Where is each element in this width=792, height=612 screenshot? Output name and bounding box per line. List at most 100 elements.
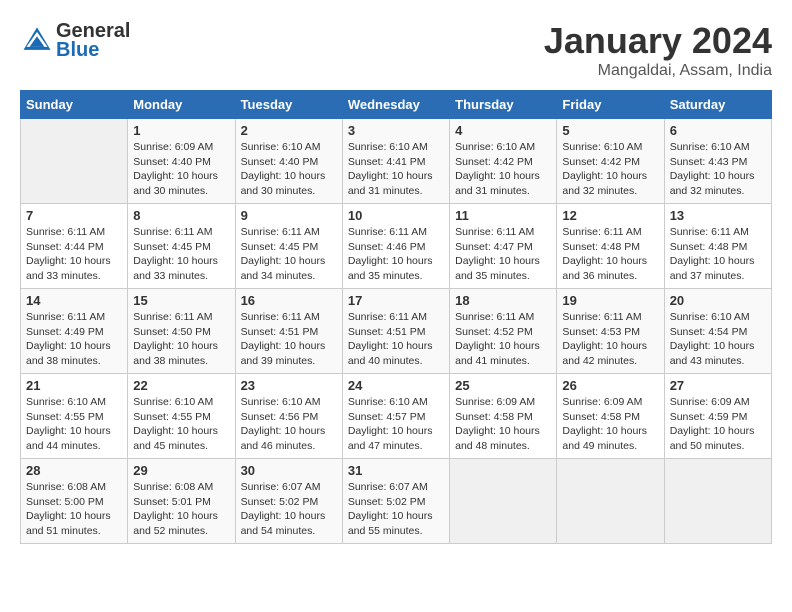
day-number: 31 — [348, 463, 444, 478]
day-number: 1 — [133, 123, 229, 138]
weekday-header-row: SundayMondayTuesdayWednesdayThursdayFrid… — [21, 91, 772, 119]
calendar-cell — [664, 459, 771, 544]
weekday-header: Friday — [557, 91, 664, 119]
day-number: 29 — [133, 463, 229, 478]
day-info: Sunrise: 6:08 AMSunset: 5:00 PMDaylight:… — [26, 480, 122, 539]
day-info: Sunrise: 6:08 AMSunset: 5:01 PMDaylight:… — [133, 480, 229, 539]
calendar-cell: 6 Sunrise: 6:10 AMSunset: 4:43 PMDaylight… — [664, 119, 771, 204]
day-info: Sunrise: 6:10 AMSunset: 4:41 PMDaylight:… — [348, 140, 444, 199]
day-number: 19 — [562, 293, 658, 308]
calendar-cell: 11 Sunrise: 6:11 AMSunset: 4:47 PMDayligh… — [450, 204, 557, 289]
calendar-week-row: 7 Sunrise: 6:11 AMSunset: 4:44 PMDaylight… — [21, 204, 772, 289]
calendar-cell: 19Sunrise: 6:11 AMSunset: 4:53 PMDayligh… — [557, 289, 664, 374]
calendar-cell: 9Sunrise: 6:11 AMSunset: 4:45 PMDaylight… — [235, 204, 342, 289]
calendar-cell: 14 Sunrise: 6:11 AMSunset: 4:49 PMDayligh… — [21, 289, 128, 374]
calendar-cell: 22Sunrise: 6:10 AMSunset: 4:55 PMDayligh… — [128, 374, 235, 459]
calendar-cell: 24 Sunrise: 6:10 AMSunset: 4:57 PMDayligh… — [342, 374, 449, 459]
day-info: Sunrise: 6:09 AMSunset: 4:58 PMDaylight:… — [562, 395, 658, 454]
day-number: 20 — [670, 293, 766, 308]
month-title: January 2024 — [544, 20, 772, 62]
weekday-header: Saturday — [664, 91, 771, 119]
day-info: Sunrise: 6:09 AMSunset: 4:58 PMDaylight:… — [455, 395, 551, 454]
weekday-header: Tuesday — [235, 91, 342, 119]
calendar-cell: 17 Sunrise: 6:11 AMSunset: 4:51 PMDayligh… — [342, 289, 449, 374]
day-number: 12 — [562, 208, 658, 223]
calendar-table: SundayMondayTuesdayWednesdayThursdayFrid… — [20, 90, 772, 544]
calendar-cell: 1Sunrise: 6:09 AMSunset: 4:40 PMDaylight… — [128, 119, 235, 204]
day-info: Sunrise: 6:10 AMSunset: 4:54 PMDaylight:… — [670, 310, 766, 369]
calendar-cell: 16 Sunrise: 6:11 AMSunset: 4:51 PMDayligh… — [235, 289, 342, 374]
calendar-cell — [557, 459, 664, 544]
calendar-cell: 31 Sunrise: 6:07 AMSunset: 5:02 PMDayligh… — [342, 459, 449, 544]
day-number: 23 — [241, 378, 337, 393]
day-info: Sunrise: 6:10 AMSunset: 4:57 PMDaylight:… — [348, 395, 444, 454]
day-info: Sunrise: 6:07 AMSunset: 5:02 PMDaylight:… — [348, 480, 444, 539]
day-info: Sunrise: 6:11 AMSunset: 4:46 PMDaylight:… — [348, 225, 444, 284]
day-info: Sunrise: 6:11 AMSunset: 4:47 PMDaylight:… — [455, 225, 551, 284]
calendar-cell: 10 Sunrise: 6:11 AMSunset: 4:46 PMDayligh… — [342, 204, 449, 289]
day-info: Sunrise: 6:11 AMSunset: 4:49 PMDaylight:… — [26, 310, 122, 369]
weekday-header: Monday — [128, 91, 235, 119]
day-number: 8 — [133, 208, 229, 223]
day-number: 25 — [455, 378, 551, 393]
calendar-week-row: 21 Sunrise: 6:10 AMSunset: 4:55 PMDayligh… — [21, 374, 772, 459]
weekday-header: Sunday — [21, 91, 128, 119]
day-info: Sunrise: 6:09 AMSunset: 4:59 PMDaylight:… — [670, 395, 766, 454]
day-info: Sunrise: 6:11 AMSunset: 4:51 PMDaylight:… — [348, 310, 444, 369]
day-info: Sunrise: 6:10 AMSunset: 4:43 PMDaylight:… — [670, 140, 766, 199]
day-number: 9 — [241, 208, 337, 223]
day-number: 10 — [348, 208, 444, 223]
day-number: 17 — [348, 293, 444, 308]
day-info: Sunrise: 6:11 AMSunset: 4:50 PMDaylight:… — [133, 310, 229, 369]
calendar-cell: 20 Sunrise: 6:10 AMSunset: 4:54 PMDayligh… — [664, 289, 771, 374]
day-number: 13 — [670, 208, 766, 223]
day-info: Sunrise: 6:11 AMSunset: 4:48 PMDaylight:… — [670, 225, 766, 284]
weekday-header: Wednesday — [342, 91, 449, 119]
day-info: Sunrise: 6:11 AMSunset: 4:51 PMDaylight:… — [241, 310, 337, 369]
day-info: Sunrise: 6:11 AMSunset: 4:44 PMDaylight:… — [26, 225, 122, 284]
day-info: Sunrise: 6:10 AMSunset: 4:42 PMDaylight:… — [562, 140, 658, 199]
calendar-cell: 30Sunrise: 6:07 AMSunset: 5:02 PMDayligh… — [235, 459, 342, 544]
calendar-cell: 4 Sunrise: 6:10 AMSunset: 4:42 PMDaylight… — [450, 119, 557, 204]
calendar-cell: 12Sunrise: 6:11 AMSunset: 4:48 PMDayligh… — [557, 204, 664, 289]
day-info: Sunrise: 6:10 AMSunset: 4:55 PMDaylight:… — [26, 395, 122, 454]
logo-icon — [22, 24, 52, 54]
day-number: 21 — [26, 378, 122, 393]
day-number: 5 — [562, 123, 658, 138]
page-header: General Blue January 2024 Mangaldai, Ass… — [20, 20, 772, 80]
calendar-week-row: 1Sunrise: 6:09 AMSunset: 4:40 PMDaylight… — [21, 119, 772, 204]
logo: General Blue — [20, 20, 130, 62]
day-number: 16 — [241, 293, 337, 308]
calendar-cell: 27 Sunrise: 6:09 AMSunset: 4:59 PMDayligh… — [664, 374, 771, 459]
calendar-cell: 2 Sunrise: 6:10 AMSunset: 4:40 PMDaylight… — [235, 119, 342, 204]
day-info: Sunrise: 6:10 AMSunset: 4:42 PMDaylight:… — [455, 140, 551, 199]
day-info: Sunrise: 6:11 AMSunset: 4:45 PMDaylight:… — [133, 225, 229, 284]
calendar-cell: 25 Sunrise: 6:09 AMSunset: 4:58 PMDayligh… — [450, 374, 557, 459]
day-number: 18 — [455, 293, 551, 308]
day-number: 11 — [455, 208, 551, 223]
calendar-week-row: 28 Sunrise: 6:08 AMSunset: 5:00 PMDayligh… — [21, 459, 772, 544]
day-number: 30 — [241, 463, 337, 478]
day-number: 27 — [670, 378, 766, 393]
day-info: Sunrise: 6:10 AMSunset: 4:40 PMDaylight:… — [241, 140, 337, 199]
day-info: Sunrise: 6:10 AMSunset: 4:56 PMDaylight:… — [241, 395, 337, 454]
day-number: 6 — [670, 123, 766, 138]
day-info: Sunrise: 6:11 AMSunset: 4:52 PMDaylight:… — [455, 310, 551, 369]
day-number: 24 — [348, 378, 444, 393]
day-number: 4 — [455, 123, 551, 138]
calendar-cell — [21, 119, 128, 204]
day-number: 14 — [26, 293, 122, 308]
location: Mangaldai, Assam, India — [544, 62, 772, 80]
day-number: 15 — [133, 293, 229, 308]
day-number: 26 — [562, 378, 658, 393]
calendar-cell: 23 Sunrise: 6:10 AMSunset: 4:56 PMDayligh… — [235, 374, 342, 459]
day-number: 7 — [26, 208, 122, 223]
calendar-cell: 28 Sunrise: 6:08 AMSunset: 5:00 PMDayligh… — [21, 459, 128, 544]
day-number: 2 — [241, 123, 337, 138]
day-number: 28 — [26, 463, 122, 478]
calendar-cell: 3Sunrise: 6:10 AMSunset: 4:41 PMDaylight… — [342, 119, 449, 204]
calendar-cell — [450, 459, 557, 544]
day-info: Sunrise: 6:10 AMSunset: 4:55 PMDaylight:… — [133, 395, 229, 454]
calendar-cell: 8 Sunrise: 6:11 AMSunset: 4:45 PMDaylight… — [128, 204, 235, 289]
title-block: January 2024 Mangaldai, Assam, India — [544, 20, 772, 80]
